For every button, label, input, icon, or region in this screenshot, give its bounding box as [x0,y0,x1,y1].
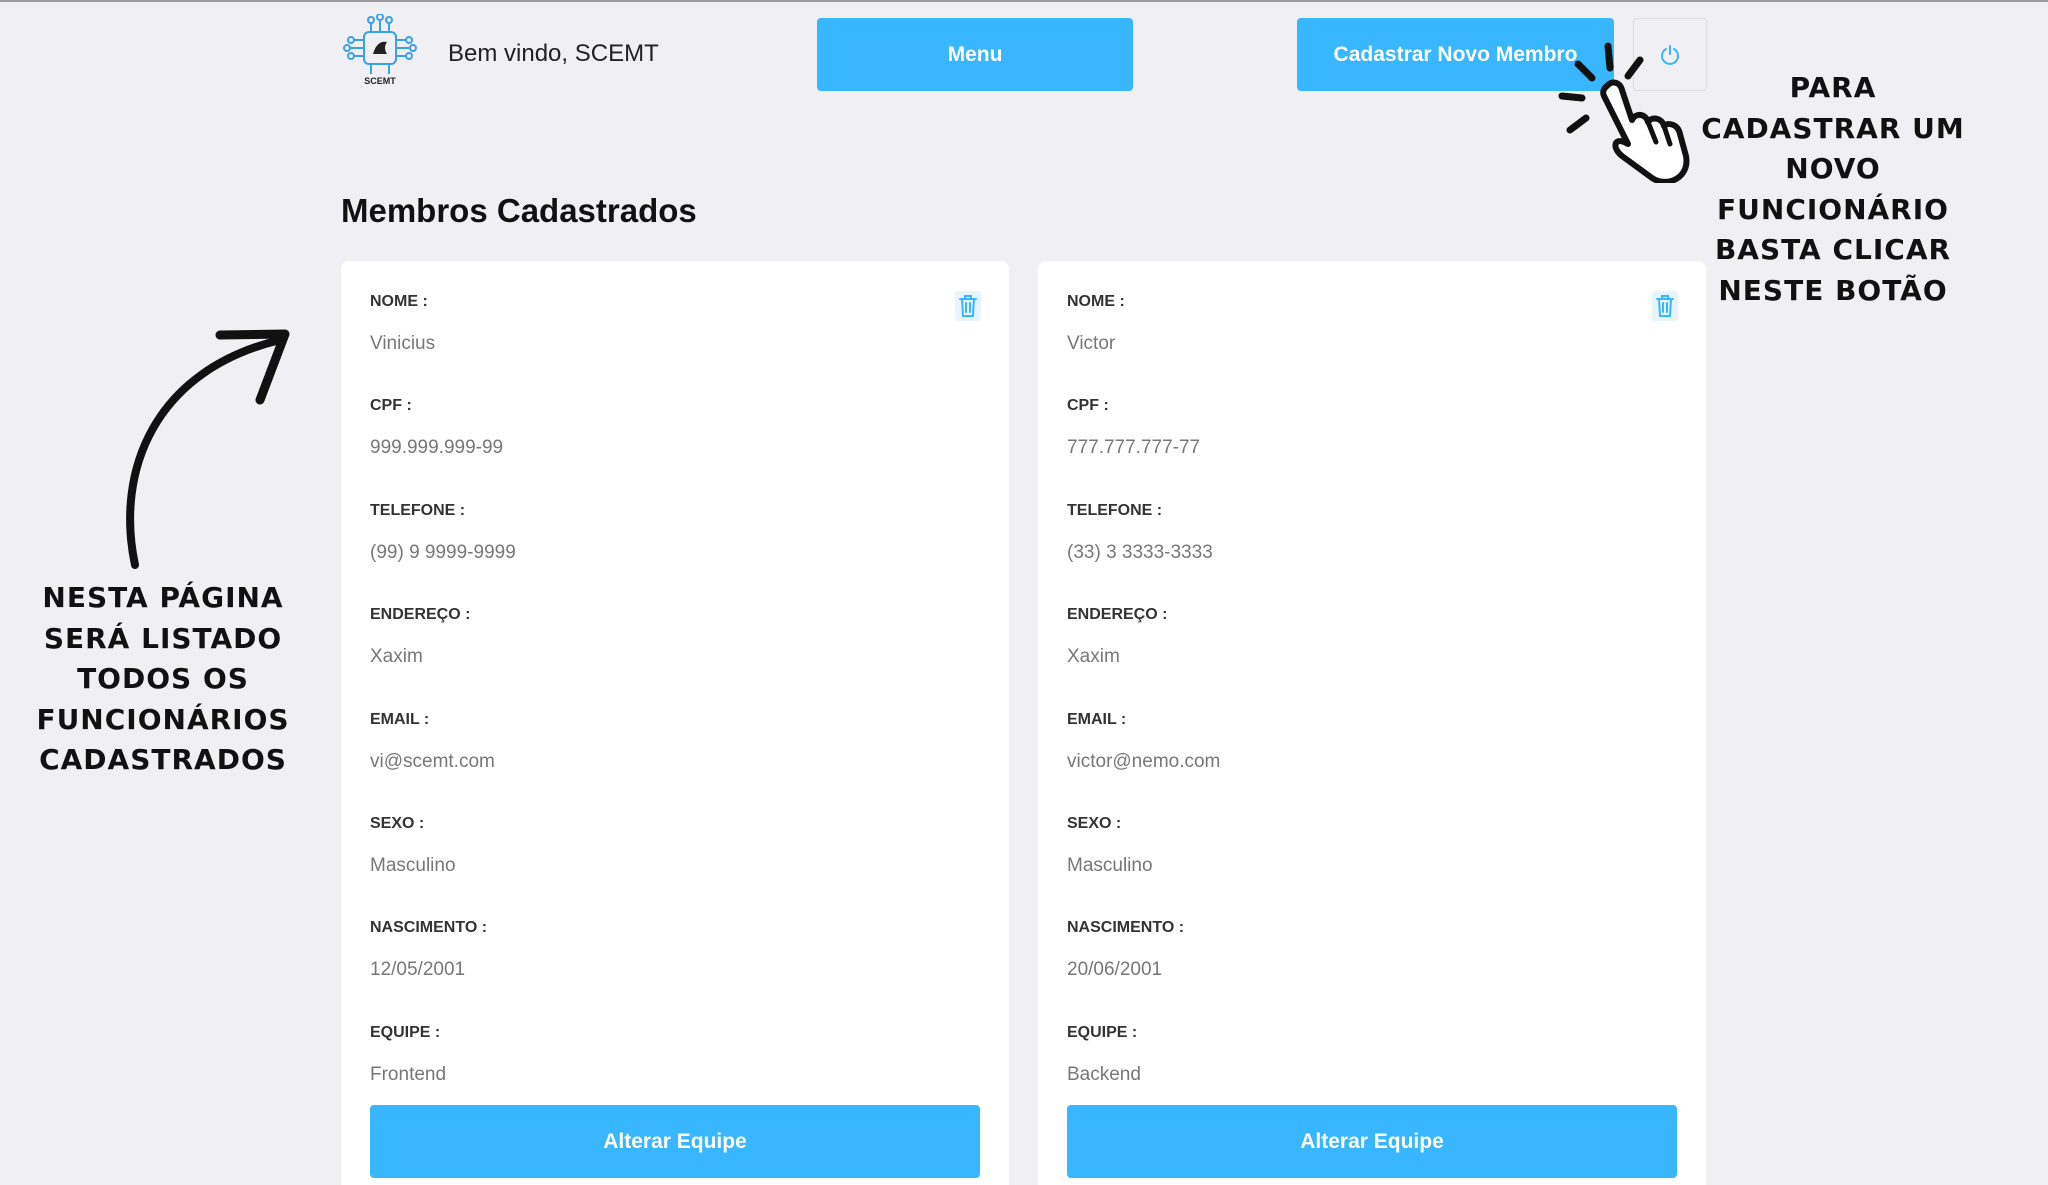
field-label: EQUIPE : [1067,1023,1138,1041]
annotation-line: NESTE BOTÃO [1718,273,1948,307]
member-card: NOME : Victor CPF : 777.777.777-77 TELEF… [1038,261,1706,1185]
field-value: vi@scemt.com [370,750,495,772]
field-label: NOME : [1067,293,1125,310]
field-value: Xaxim [370,646,423,668]
field-label: ENDEREÇO : [1067,606,1168,624]
field-value: Vinicius [370,333,436,354]
field-email: EMAIL : vi@scemt.com [370,709,516,813]
field-cpf: CPF : 999.999.999-99 [370,395,516,499]
annotation-line: SERÁ LISTADO [43,621,283,655]
field-value: (33) 3 3333-3333 [1067,541,1213,563]
field-nome: NOME : Victor [1067,291,1220,395]
field-nascimento: NASCIMENTO : 12/05/2001 [370,917,516,1021]
change-team-button[interactable]: Alterar Equipe [370,1105,980,1178]
scemt-logo: SCEMT [343,13,417,90]
field-value: Frontend [370,1063,447,1085]
field-value: Backend [1067,1063,1141,1085]
field-label: TELEFONE : [1067,501,1163,519]
member-card: NOME : Vinicius CPF : 999.999.999-99 TEL… [341,261,1009,1185]
welcome-text: Bem vindo, SCEMT [448,40,659,67]
field-sexo: SEXO : Masculino [1067,813,1220,917]
annotation-line: FUNCIONÁRIO [1717,192,1949,226]
annotation-left: NESTA PÁGINA SERÁ LISTADO TODOS OS FUNCI… [20,578,306,781]
field-telefone: TELEFONE : (99) 9 9999-9999 [370,500,516,604]
field-value: victor@nemo.com [1067,750,1221,772]
field-email: EMAIL : victor@nemo.com [1067,709,1220,813]
curved-arrow-icon [126,329,290,569]
field-endereco: ENDEREÇO : Xaxim [1067,604,1220,708]
field-value: 12/05/2001 [370,959,466,981]
field-label: CPF : [370,397,412,415]
field-value: Victor [1067,333,1116,354]
field-endereco: ENDEREÇO : Xaxim [370,604,516,708]
change-team-button[interactable]: Alterar Equipe [1067,1105,1677,1178]
field-label: SEXO : [1067,814,1122,832]
field-value: Masculino [1067,854,1153,876]
annotation-line: CADASTRADOS [39,743,287,776]
logo-text: SCEMT [364,76,396,86]
field-label: EMAIL : [1067,710,1127,728]
field-label: TELEFONE : [370,501,466,519]
field-value: (99) 9 9999-9999 [370,541,516,563]
page-title: Membros Cadastrados [341,192,697,229]
annotation-line: NOVO [1785,152,1881,185]
annotation-line: CADASTRAR UM [1701,111,1965,145]
field-nome: NOME : Vinicius [370,291,516,395]
delete-member-button[interactable] [955,291,981,321]
trash-icon [1652,291,1678,321]
field-label: NASCIMENTO : [370,919,488,937]
field-label: CPF : [1067,397,1109,415]
field-value: Masculino [370,854,456,876]
field-value: 777.777.777-77 [1067,437,1201,459]
menu-button[interactable]: Menu [817,18,1133,91]
annotation-line: PARA [1789,71,1877,104]
field-label: NASCIMENTO : [1067,919,1185,937]
field-label: ENDEREÇO : [370,606,471,624]
field-label: EQUIPE : [370,1023,441,1041]
field-value: 20/06/2001 [1067,959,1163,981]
field-nascimento: NASCIMENTO : 20/06/2001 [1067,917,1220,1021]
annotation-line: TODOS OS [77,662,249,695]
field-value: Xaxim [1067,646,1120,668]
annotation-right: PARA CADASTRAR UM NOVO FUNCIONÁRIO BASTA… [1690,68,1976,311]
field-telefone: TELEFONE : (33) 3 3333-3333 [1067,500,1220,604]
trash-icon [955,291,981,321]
field-sexo: SEXO : Masculino [370,813,516,917]
field-label: EMAIL : [370,710,430,728]
annotation-line: FUNCIONÁRIOS [36,702,290,736]
annotation-line: NESTA PÁGINA [42,581,284,614]
field-label: SEXO : [370,814,425,832]
field-value: 999.999.999-99 [370,437,504,459]
annotation-line: BASTA CLICAR [1714,233,1952,266]
pointing-hand-icon [1558,42,1690,183]
field-cpf: CPF : 777.777.777-77 [1067,395,1220,499]
field-label: NOME : [370,293,428,310]
delete-member-button[interactable] [1652,291,1678,321]
